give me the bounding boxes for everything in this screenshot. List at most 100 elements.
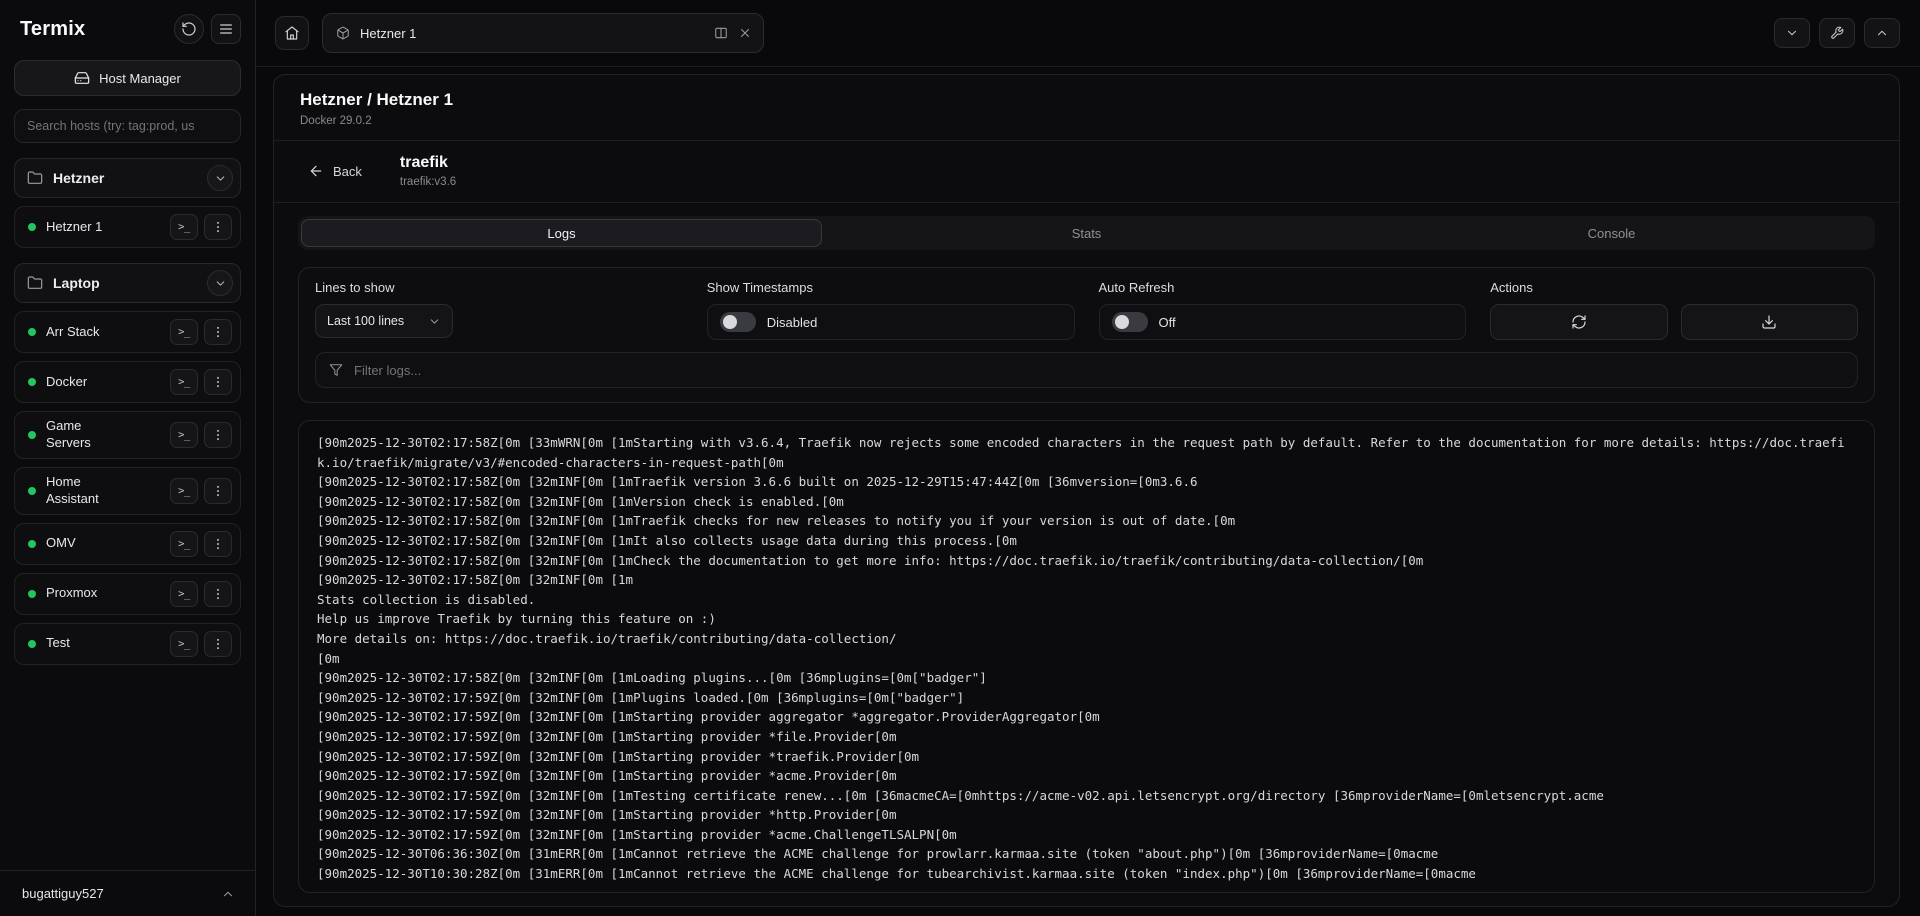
open-terminal-button[interactable]: >_ [170,319,198,345]
open-terminal-button[interactable]: >_ [170,631,198,657]
host-menu-button[interactable] [204,631,232,657]
view-tab-logs[interactable]: Logs [301,219,822,247]
wrench-icon [1830,26,1844,40]
close-tab-icon[interactable] [738,26,752,40]
open-terminal-button[interactable]: >_ [170,478,198,504]
sidebar-menu-button[interactable] [211,14,241,44]
tools-button[interactable] [1819,18,1855,48]
container-name: traefik [400,154,456,172]
lines-select[interactable]: Last 100 lines [315,304,453,338]
group-header-hetzner[interactable]: Hetzner [14,158,241,198]
expand-panel-button[interactable] [1864,18,1900,48]
collapse-panel-button[interactable] [1774,18,1810,48]
kebab-menu-icon [211,537,225,551]
view-tab-stats[interactable]: Stats [826,219,1347,247]
kebab-menu-icon [211,637,225,651]
auto-refresh-toggle[interactable]: Off [1099,304,1467,340]
server-icon [74,70,90,86]
log-line: Stats collection is disabled. [317,590,1856,610]
log-line: [90m2025-12-30T02:17:58Z[0m [33mWRN[0m [… [317,433,1856,472]
host-item-arr-stack[interactable]: Arr Stack >_ [14,311,241,353]
host-menu-button[interactable] [204,319,232,345]
group-header-laptop[interactable]: Laptop [14,263,241,303]
host-item-test[interactable]: Test >_ [14,623,241,665]
refresh-logs-button[interactable] [1490,304,1667,340]
breadcrumb: Hetzner / Hetzner 1 [300,90,1873,110]
group-collapse-button[interactable] [207,165,233,191]
host-menu-button[interactable] [204,214,232,240]
topbar-actions [1774,18,1900,48]
timestamps-toggle[interactable]: Disabled [707,304,1075,340]
status-online-dot [28,640,36,648]
log-output[interactable]: [90m2025-12-30T02:17:58Z[0m [33mWRN[0m [… [298,420,1875,893]
back-button[interactable]: Back [300,157,370,185]
tab-bar: Hetzner 1 [256,0,1920,67]
download-logs-button[interactable] [1681,304,1858,340]
open-terminal-button[interactable]: >_ [170,581,198,607]
open-terminal-button[interactable]: >_ [170,422,198,448]
tab-hetzner-1[interactable]: Hetzner 1 [322,13,764,53]
host-group-hetzner: Hetzner Hetzner 1 >_ [14,158,241,248]
log-line: [90m2025-12-30T02:17:59Z[0m [32mINF[0m [… [317,766,1856,786]
container-icon [336,26,350,40]
host-item-hetzner-1[interactable]: Hetzner 1 >_ [14,206,241,248]
host-name: Test [46,635,126,652]
server-panel: Hetzner / Hetzner 1 Docker 29.0.2 Back t… [273,74,1900,907]
host-item-game-servers[interactable]: Game Servers>_ [14,411,241,459]
folder-icon [27,275,43,291]
status-online-dot [28,328,36,336]
container-header: Back traefik traefik:v3.6 [274,141,1899,203]
log-line: Help us improve Traefik by turning this … [317,609,1856,629]
host-name: Arr Stack [46,324,126,341]
filter-logs-input[interactable] [354,363,1844,378]
auto-refresh-state-label: Off [1159,315,1176,330]
show-timestamps-label: Show Timestamps [707,280,1075,295]
log-line: [90m2025-12-30T02:17:59Z[0m [32mINF[0m [… [317,825,1856,845]
host-item-home-assistant[interactable]: Home Assistant>_ [14,467,241,515]
host-menu-button[interactable] [204,531,232,557]
filter-icon [329,363,343,377]
refresh-icon [1571,314,1587,330]
host-item-omv[interactable]: OMV>_ [14,523,241,565]
host-group-laptop: LaptopArr Stack>_Docker>_Game Servers>_H… [14,263,241,665]
view-tab-console[interactable]: Console [1351,219,1872,247]
open-terminal-button[interactable]: >_ [170,531,198,557]
tab-title: Hetzner 1 [360,26,704,41]
host-menu-button[interactable] [204,369,232,395]
auto-refresh-label: Auto Refresh [1099,280,1467,295]
folder-icon [27,170,43,186]
host-manager-button[interactable]: Host Manager [14,60,241,96]
open-terminal-button[interactable]: >_ [170,214,198,240]
status-online-dot [28,487,36,495]
log-line: [90m2025-12-30T02:17:58Z[0m [32mINF[0m [… [317,531,1856,551]
home-button[interactable] [275,16,309,50]
reset-button[interactable] [174,14,204,44]
arrow-left-icon [308,163,324,179]
host-menu-button[interactable] [204,581,232,607]
host-manager-label: Host Manager [99,71,181,86]
hamburger-menu-icon [218,21,234,37]
container-meta: traefik traefik:v3.6 [400,154,456,188]
log-line: [90m2025-12-30T02:17:59Z[0m [32mINF[0m [… [317,727,1856,747]
chevron-up-icon [1875,26,1889,40]
host-menu-button[interactable] [204,422,232,448]
group-name: Hetzner [53,170,197,186]
log-line: [90m2025-12-30T06:36:30Z[0m [31mERR[0m [… [317,844,1856,864]
download-icon [1761,314,1777,330]
status-online-dot [28,540,36,548]
host-name: Hetzner 1 [46,219,126,236]
view-tabs: LogsStatsConsole [298,216,1875,250]
host-search-input[interactable] [14,109,241,143]
log-line: [90m2025-12-30T02:17:58Z[0m [32mINF[0m [… [317,551,1856,571]
host-name: Docker [46,374,126,391]
host-name: Proxmox [46,585,126,602]
split-view-icon[interactable] [714,26,728,40]
host-menu-button[interactable] [204,478,232,504]
open-terminal-button[interactable]: >_ [170,369,198,395]
group-collapse-button[interactable] [207,270,233,296]
actions-label: Actions [1490,280,1858,295]
user-menu[interactable]: bugattiguy527 [0,870,255,916]
host-item-proxmox[interactable]: Proxmox >_ [14,573,241,615]
host-item-docker[interactable]: Docker >_ [14,361,241,403]
lines-to-show-label: Lines to show [315,280,683,295]
